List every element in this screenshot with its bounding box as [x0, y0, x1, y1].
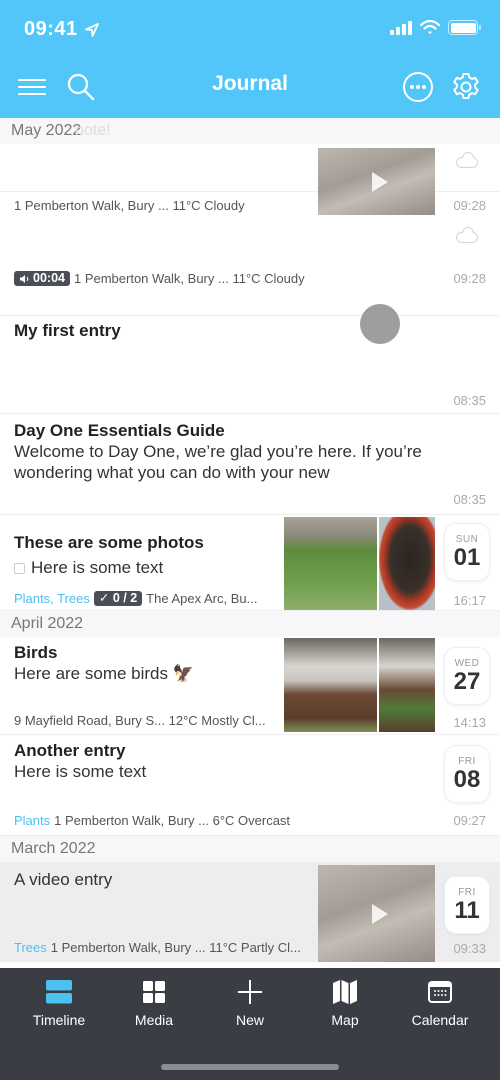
entry-time: 08:35 — [453, 393, 486, 408]
tab-map[interactable]: Map — [305, 978, 385, 1028]
section-header-march-2022: March 2022 — [0, 836, 500, 862]
checklist-badge: ✓ 0 / 2 — [93, 591, 143, 606]
calendar-icon — [428, 981, 452, 1003]
entry-row[interactable]: Day One Essentials Guide Welcome to Day … — [0, 414, 500, 515]
tab-label: Calendar — [411, 1012, 469, 1028]
gear-icon — [453, 73, 479, 99]
status-bar-time: 09:41 — [24, 18, 100, 41]
day-number: 27 — [453, 668, 481, 695]
entry-body: Here is some text — [14, 762, 147, 781]
settings-button[interactable] — [449, 70, 483, 104]
entry-time: 09:27 — [453, 813, 486, 828]
entry-time: 14:13 — [453, 715, 486, 730]
entry-title: My first entry — [14, 321, 121, 340]
timeline-list[interactable]: May 2022 note! 1 Pemberton Walk, Bury ..… — [0, 118, 500, 968]
entry-time: 08:35 — [453, 492, 486, 507]
play-icon — [371, 171, 388, 192]
entry-row[interactable]: A video entry Trees 1 Pemberton Walk, Bu… — [0, 862, 500, 962]
media-grid-icon — [143, 981, 165, 1003]
more-ellipsis-icon — [403, 72, 433, 102]
section-label: April 2022 — [11, 615, 84, 632]
map-icon — [333, 980, 357, 1004]
entry-body: Here are some birds 🦅 — [14, 664, 194, 683]
date-badge: SUN 01 — [444, 523, 490, 581]
status-bar-indicators — [390, 20, 481, 35]
entry-row[interactable]: 00:04 1 Pemberton Walk, Bury ... 11°C Cl… — [0, 216, 500, 316]
tab-label: Map — [331, 1012, 359, 1028]
photo-thumbnail-birds-1[interactable] — [284, 638, 377, 732]
plus-icon — [238, 980, 262, 1004]
timeline-icon — [46, 980, 72, 1004]
entry-time: 09:28 — [453, 271, 486, 286]
entry-row[interactable]: Birds Here are some birds 🦅 9 Mayfield R… — [0, 637, 500, 735]
clock: 09:41 — [24, 18, 78, 40]
entry-tags[interactable]: Plants — [14, 813, 50, 828]
entry-meta: Plants, Trees ✓ 0 / 2 The Apex Arc, Bu..… — [14, 591, 258, 606]
location-arrow-icon — [84, 22, 99, 37]
date-badge: FRI 08 — [444, 745, 490, 803]
checklist-checkbox[interactable] — [14, 563, 25, 575]
day-number: 01 — [453, 544, 481, 571]
entry-row[interactable]: These are some photos Here is some text … — [0, 515, 500, 611]
entry-time: 09:33 — [453, 941, 486, 956]
tab-label: New — [235, 1012, 264, 1028]
entry-row[interactable]: 1 Pemberton Walk, Bury ... 11°C Cloudy 0… — [0, 118, 500, 215]
photo-thumbnail-birds-2[interactable] — [379, 638, 435, 732]
entry-meta: Plants 1 Pemberton Walk, Bury ... 6°C Ov… — [14, 813, 291, 828]
entry-meta: 00:04 1 Pemberton Walk, Bury ... 11°C Cl… — [14, 271, 305, 286]
cellular-signal-icon — [390, 20, 412, 35]
photo-thumbnail-plant-pot[interactable] — [379, 517, 435, 610]
date-badge: FRI 11 — [444, 876, 490, 934]
entry-time: 09:28 — [453, 198, 486, 213]
entry-row[interactable]: Another entry Here is some text Plants 1… — [0, 735, 500, 836]
audio-duration-badge: 00:04 — [14, 271, 70, 286]
entry-tags[interactable]: Plants, Trees — [14, 591, 90, 606]
entry-body: Welcome to Day One, we’re glad you’re he… — [14, 442, 422, 482]
entry-title: Another entry — [14, 741, 126, 760]
entry-body: Here is some text — [14, 557, 163, 578]
entry-meta: 9 Mayfield Road, Bury S... 12°C Mostly C… — [14, 713, 266, 728]
video-thumbnail[interactable] — [318, 865, 435, 962]
entry-meta: 1 Pemberton Walk, Bury ... 11°C Cloudy — [14, 198, 245, 213]
entry-meta: Trees 1 Pemberton Walk, Bury ... 11°C Pa… — [14, 940, 301, 955]
tab-label: Timeline — [32, 1012, 86, 1028]
home-indicator[interactable] — [161, 1064, 339, 1070]
section-header-april-2022: April 2022 — [0, 611, 500, 637]
tab-new[interactable]: New — [210, 978, 290, 1028]
wifi-icon — [420, 20, 440, 34]
entry-time: 16:17 — [453, 593, 486, 608]
photo-thumbnail-grass[interactable] — [284, 517, 377, 610]
entry-tags[interactable]: Trees — [14, 940, 47, 955]
date-badge: WED 27 — [444, 647, 490, 705]
tab-bar: Timeline Media New Map Calendar — [0, 968, 500, 1080]
battery-icon — [448, 20, 481, 35]
video-thumbnail[interactable] — [318, 148, 435, 215]
entry-title: Birds — [14, 643, 58, 662]
tab-timeline[interactable]: Timeline — [19, 978, 99, 1028]
entry-title: Day One Essentials Guide — [14, 421, 225, 440]
entry-title: These are some photos — [14, 533, 204, 552]
touch-indicator — [360, 304, 400, 344]
play-icon — [371, 903, 388, 924]
app-header: 09:41 Journal — [0, 0, 500, 118]
entry-row[interactable]: My first entry 08:35 — [0, 316, 500, 414]
speaker-icon — [20, 274, 29, 283]
section-label: March 2022 — [11, 840, 96, 857]
cloud-icon — [456, 232, 478, 243]
cloud-icon — [456, 157, 478, 168]
tab-calendar[interactable]: Calendar — [400, 978, 480, 1028]
tab-label: Media — [134, 1012, 174, 1028]
tab-media[interactable]: Media — [114, 978, 194, 1028]
more-options-button[interactable] — [401, 70, 435, 104]
entry-body: A video entry — [14, 870, 113, 889]
day-number: 11 — [454, 897, 480, 924]
day-number: 08 — [453, 766, 481, 793]
